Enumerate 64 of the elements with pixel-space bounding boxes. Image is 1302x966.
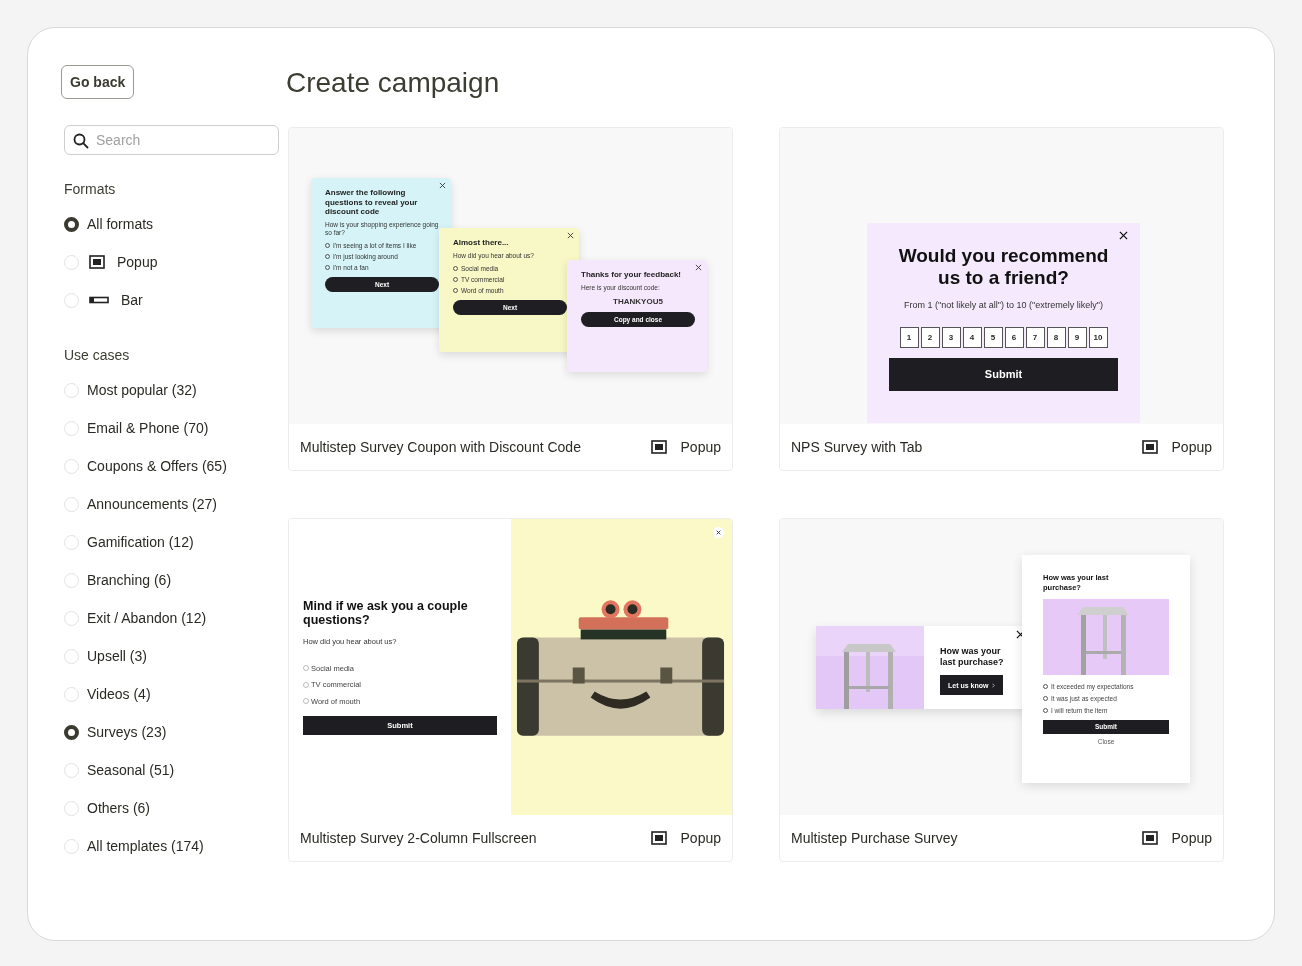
format-option[interactable]: All formats [64,205,279,243]
radio-button[interactable] [64,724,79,740]
popup-title: How was your last purchase? [940,646,1005,668]
radio-button[interactable] [64,216,79,232]
use-case-option[interactable]: Others (6) [64,789,279,827]
popup-icon [650,830,667,845]
section-heading: Formats [64,181,117,197]
use-case-option[interactable]: Exit / Abandon (12) [64,599,279,637]
page-title: Create campaign [286,66,501,100]
popup-icon [1141,830,1158,845]
close-icon [1016,630,1025,639]
popup-button: Submit [889,358,1118,391]
format-label: Popup [680,829,721,846]
format-option[interactable]: Bar [64,281,279,319]
popup-title: Answer the following questions to reveal your discount code [325,188,419,217]
use-case-option[interactable]: Branching (6) [64,561,279,599]
popup-subtitle: From 1 ("not likely at all") to 10 ("extremely likely") [903,300,1104,310]
score-box: 10 [1088,327,1108,348]
discount-code: THANKYOU5 [612,296,664,306]
template-name: Multistep Survey 2-Column Fullscreen [300,829,538,846]
popup-icon [650,439,667,454]
popup-title: Thanks for your feedback! [581,270,683,280]
popup-title: Almost there... [453,238,510,248]
close-icon [567,232,574,239]
score-box: 1 [899,327,919,348]
score-box: 3 [941,327,961,348]
score-box: 2 [920,327,940,348]
score-box: 6 [1004,327,1024,348]
section-heading: Use cases [64,347,131,363]
go-back-button[interactable]: Go back [61,65,135,99]
template-name: Multistep Survey Coupon with Discount Code [300,438,582,455]
template-name: Multistep Purchase Survey [791,829,959,846]
close-icon [439,182,446,189]
format-label: Popup [1171,829,1212,846]
use-case-option[interactable]: Surveys (23) [64,713,279,751]
template-card[interactable]: Would you recommend us to a friend? From 1 ("not likely at all") to 10 ("extremely likely") 1 2 3 4 5 6 7 8 9 10 Submit NPS Survey with Tab Popup [779,127,1224,471]
score-box: 9 [1067,327,1087,348]
format-label: Popup [680,438,721,455]
use-case-option[interactable]: Most popular (32) [64,371,279,409]
template-name: NPS Survey with Tab [791,438,924,455]
popup-icon [89,255,105,269]
use-case-option[interactable]: All templates (174) [64,827,279,865]
popup-title: Would you recommend us to a friend? [897,245,1110,289]
bar-icon [89,296,109,304]
popup-title: Mind if we ask you a couple questions? [303,598,469,627]
chevron-icon [992,682,996,688]
use-case-option[interactable]: Announcements (27) [64,485,279,523]
format-label: Popup [1171,438,1212,455]
score-box: 5 [983,327,1003,348]
format-option[interactable]: Popup [64,243,279,281]
use-case-option[interactable]: Coupons & Offers (65) [64,447,279,485]
use-case-option[interactable]: Email & Phone (70) [64,409,279,447]
use-case-option[interactable]: Gamification (12) [64,523,279,561]
popup-icon [1141,439,1158,454]
use-case-option[interactable]: Seasonal (51) [64,751,279,789]
use-case-option[interactable]: Videos (4) [64,675,279,713]
score-box: 7 [1025,327,1045,348]
score-box: 8 [1046,327,1066,348]
close-icon [713,527,724,538]
score-box: 4 [962,327,982,348]
close-icon [695,264,702,271]
use-case-option[interactable]: Upsell (3) [64,637,279,675]
search-field[interactable]: Search [64,125,279,155]
close-icon [1119,231,1128,240]
